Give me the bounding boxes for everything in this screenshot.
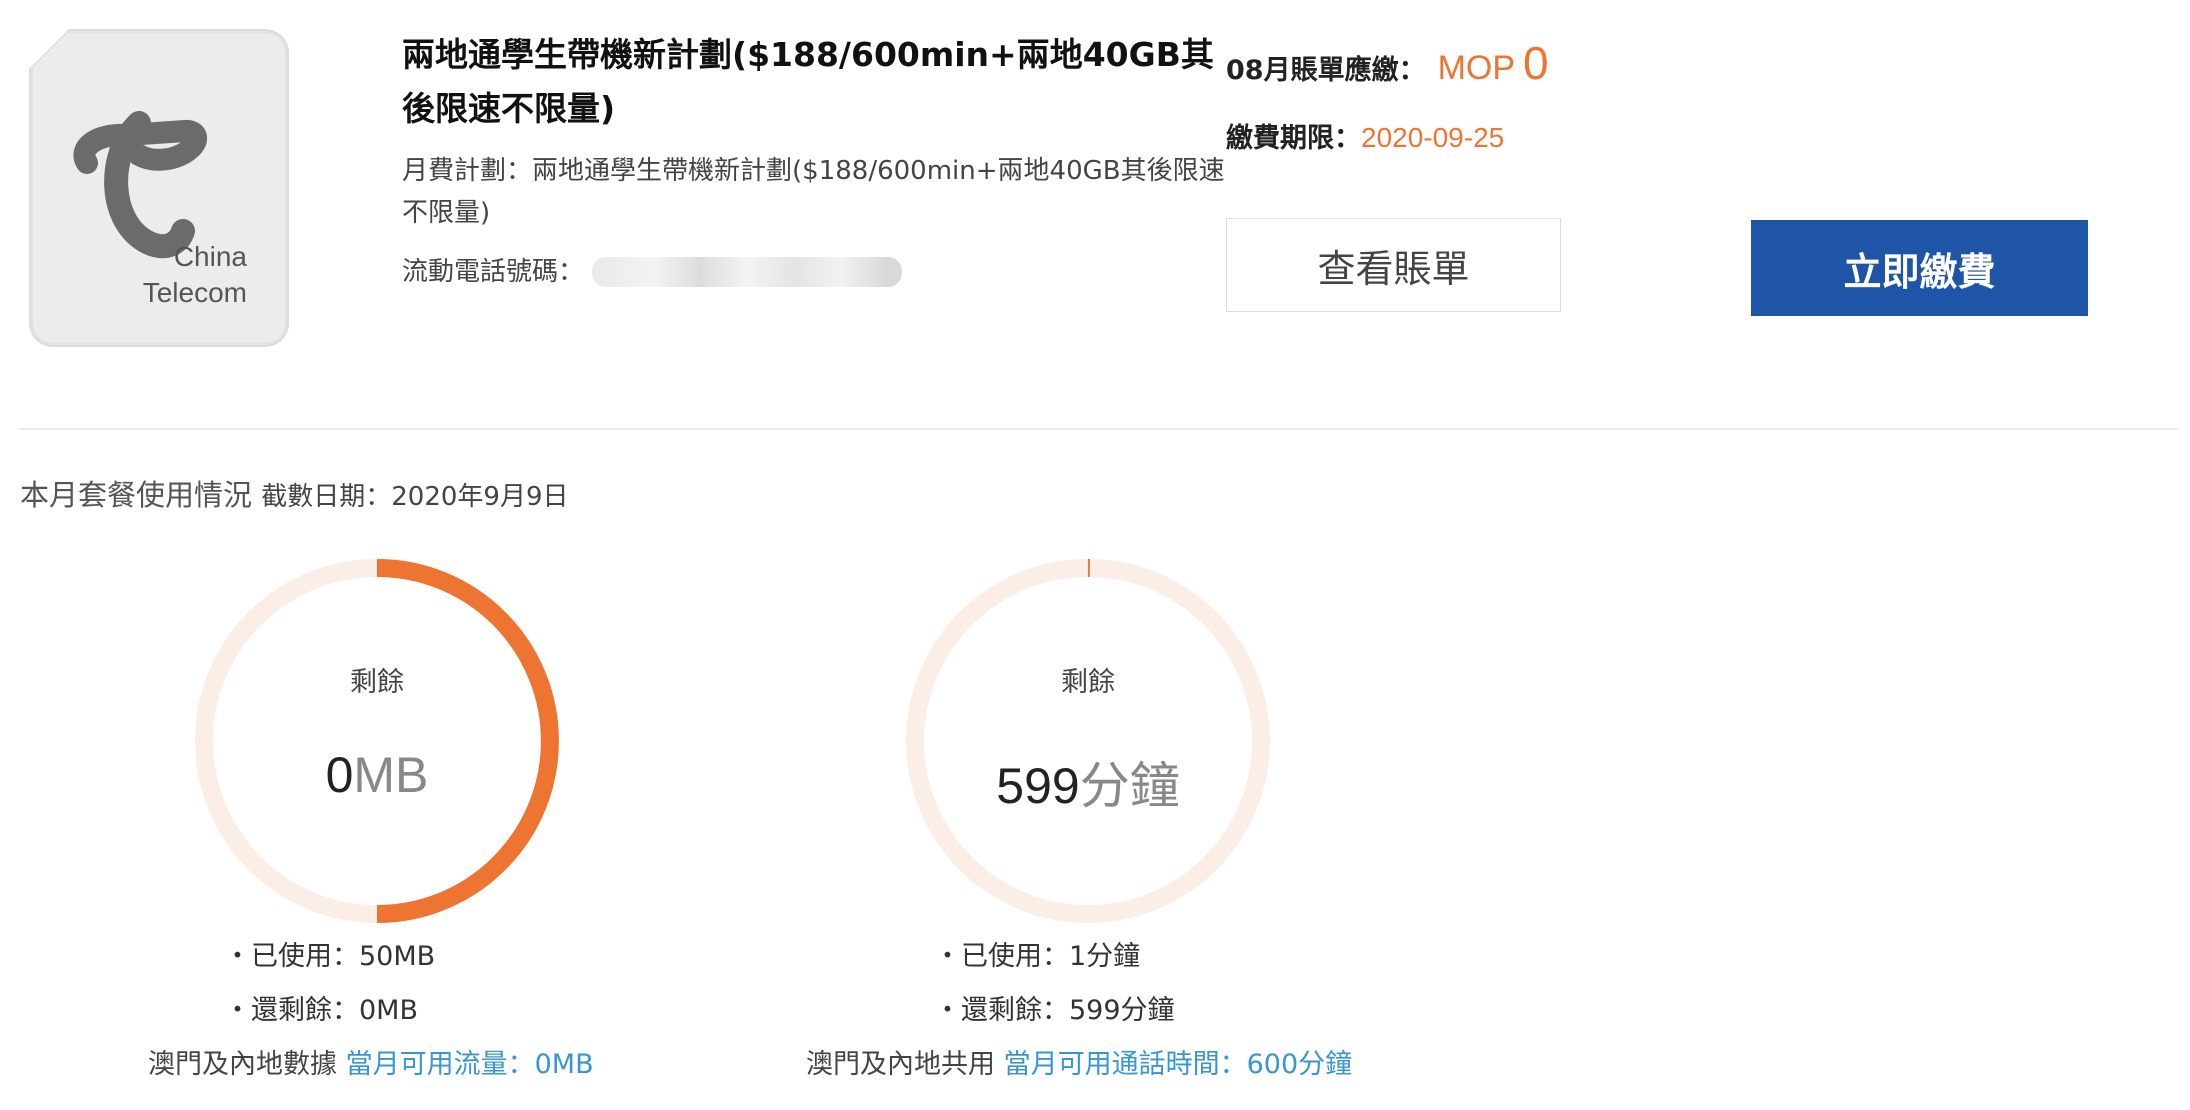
voice-footnote: 澳門及內地共用 當月可用通話時間：600分鐘 xyxy=(806,1042,1352,1081)
operator-logo: China Telecom xyxy=(31,31,287,345)
logo-text: China Telecom xyxy=(143,239,247,311)
data-remain-label: 剩餘 xyxy=(350,667,404,698)
voice-used-stat: ・已使用：1分鐘 xyxy=(934,941,1141,972)
china-telecom-logo-icon xyxy=(73,111,207,259)
data-remain-number: 0 xyxy=(325,747,354,803)
bill-amount: MOP 0 xyxy=(1438,36,1549,90)
plan-title: 兩地通學生帶機新計劃($188/600min+兩地40GB其後限速不限量) xyxy=(402,35,1214,128)
pay-now-button[interactable]: 立即繳費 xyxy=(1751,220,2088,316)
due-label: 繳費期限： xyxy=(1226,123,1361,154)
plan-description: 月費計劃：兩地通學生帶機新計劃($188/600min+兩地40GB其後限速不限… xyxy=(402,150,1232,234)
voice-donut-chart xyxy=(906,559,1270,923)
plan-desc-label: 月費計劃： xyxy=(402,156,533,186)
data-used-stat: ・已使用：50MB xyxy=(224,941,436,972)
voice-remain-value: 599分鐘 xyxy=(903,746,1273,818)
data-footnote-label: 澳門及內地數據 xyxy=(148,1049,337,1080)
due-date: 2020-09-25 xyxy=(1361,122,1505,153)
phone-number-row: 流動電話號碼： xyxy=(402,250,903,294)
data-remain-unit: MB xyxy=(353,747,429,803)
bill-currency: MOP xyxy=(1437,49,1516,87)
voice-footnote-label: 澳門及內地共用 xyxy=(806,1049,995,1080)
bill-label: 08月賬單應繳： xyxy=(1226,55,1426,86)
voice-usage-donut: 剩餘 599分鐘 xyxy=(903,556,1273,926)
data-remain-value: 0MB xyxy=(192,746,562,804)
phone-number-redacted xyxy=(592,257,903,287)
voice-remain-unit: 分鐘 xyxy=(1079,758,1180,814)
divider xyxy=(18,428,2178,430)
bill-amount-row: 08月賬單應繳： MOP 0 xyxy=(1226,36,1549,90)
voice-footnote-highlight: 當月可用通話時間：600分鐘 xyxy=(1003,1049,1353,1080)
cutoff-date: 截數日期：2020年9月9日 xyxy=(261,482,569,512)
usage-title: 本月套餐使用情況 xyxy=(20,478,253,512)
data-left-stat: ・還剩餘：0MB xyxy=(224,995,418,1026)
logo-text-line1: China xyxy=(173,241,247,272)
data-donut-chart xyxy=(195,559,559,923)
data-usage-donut: 剩餘 0MB xyxy=(192,556,562,926)
phone-label: 流動電話號碼： xyxy=(402,257,585,287)
data-footnote: 澳門及內地數據 當月可用流量：0MB xyxy=(148,1042,594,1081)
data-footnote-highlight: 當月可用流量：0MB xyxy=(345,1049,594,1080)
data-ring-remaining xyxy=(376,559,559,923)
bill-amount-value: 0 xyxy=(1523,37,1549,89)
view-bill-button[interactable]: 查看賬單 xyxy=(1226,218,1561,312)
logo-text-line2: Telecom xyxy=(142,277,247,308)
voice-remain-label: 剩餘 xyxy=(1061,667,1115,698)
voice-remain-number: 599 xyxy=(996,758,1080,814)
due-date-row: 繳費期限： 2020-09-25 xyxy=(1226,116,1504,155)
voice-ring-bg xyxy=(906,559,1270,923)
usage-heading: 本月套餐使用情況 截數日期：2020年9月9日 xyxy=(20,472,569,514)
voice-left-stat: ・還剩餘：599分鐘 xyxy=(934,995,1175,1026)
